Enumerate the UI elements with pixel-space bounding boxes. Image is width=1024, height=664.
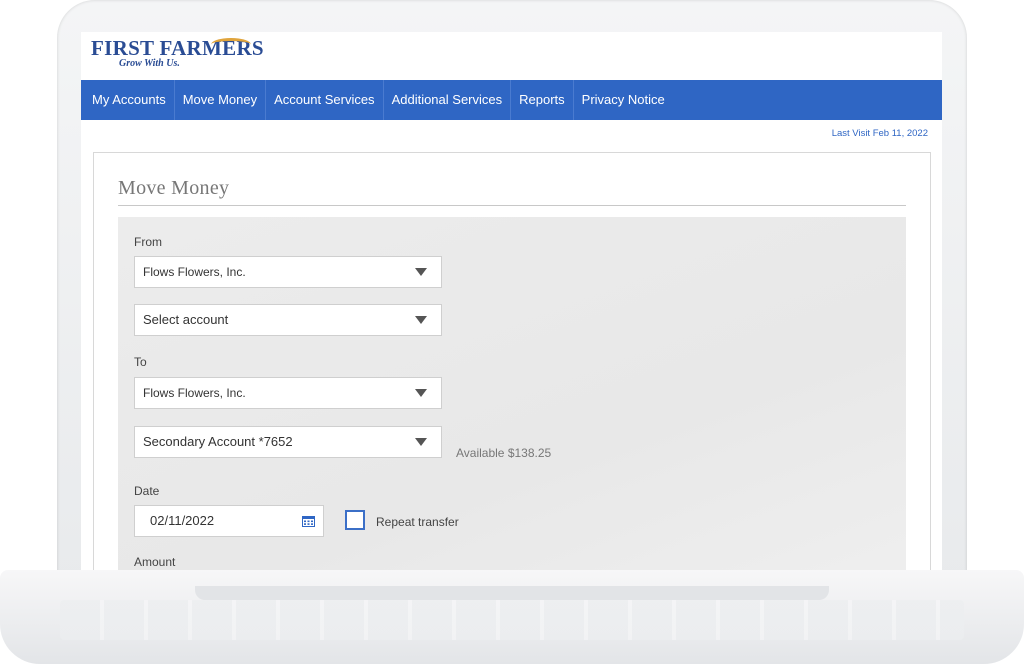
laptop-keyboard — [60, 600, 964, 640]
available-balance: Available $138.25 — [456, 446, 552, 460]
chevron-down-icon — [415, 438, 427, 446]
from-entity-select[interactable]: Flows Flowers, Inc. — [134, 256, 442, 288]
nav-item-move-money[interactable]: Move Money — [175, 80, 267, 120]
to-entity-value: Flows Flowers, Inc. — [143, 386, 246, 400]
move-money-panel: Move Money From Flows Flowers, Inc. Sele… — [93, 152, 931, 572]
amount-label: Amount — [134, 555, 176, 569]
nav-item-account-services[interactable]: Account Services — [266, 80, 384, 120]
page-title: Move Money — [118, 177, 230, 199]
transfer-form: From Flows Flowers, Inc. Select account … — [118, 217, 906, 572]
from-account-value: Select account — [143, 312, 229, 327]
repeat-transfer-checkbox[interactable] — [345, 510, 365, 530]
from-label: From — [134, 235, 162, 249]
from-entity-value: Flows Flowers, Inc. — [143, 265, 246, 279]
last-visit-text: Last Visit Feb 11, 2022 — [831, 128, 928, 139]
nav-item-reports[interactable]: Reports — [511, 80, 574, 120]
date-value: 02/11/2022 — [150, 513, 215, 528]
calendar-icon[interactable] — [302, 515, 315, 527]
to-label: To — [134, 355, 147, 369]
chevron-down-icon — [415, 389, 427, 397]
to-entity-select[interactable]: Flows Flowers, Inc. — [134, 377, 442, 409]
repeat-transfer-label: Repeat transfer — [376, 515, 459, 529]
laptop-hinge — [195, 586, 829, 600]
to-account-select[interactable]: Secondary Account *7652 — [134, 426, 442, 458]
chevron-down-icon — [415, 316, 427, 324]
to-account-value: Secondary Account *7652 — [143, 434, 293, 449]
site-header: FIRST FARMERS Grow With Us. — [81, 32, 942, 80]
nav-item-privacy-notice[interactable]: Privacy Notice — [574, 80, 673, 120]
from-account-select[interactable]: Select account — [134, 304, 442, 336]
nav-item-additional-services[interactable]: Additional Services — [384, 80, 512, 120]
main-nav: My Accounts Move Money Account Services … — [81, 80, 942, 120]
nav-item-my-accounts[interactable]: My Accounts — [81, 80, 175, 120]
date-label: Date — [134, 484, 160, 498]
date-field[interactable]: 02/11/2022 — [134, 505, 324, 537]
browser-screen: FIRST FARMERS Grow With Us. My Accounts … — [81, 32, 942, 572]
brand-logo[interactable]: FIRST FARMERS Grow With Us. — [91, 36, 264, 69]
title-divider — [118, 205, 906, 206]
logo-swoosh-icon — [211, 38, 251, 51]
chevron-down-icon — [415, 268, 427, 276]
